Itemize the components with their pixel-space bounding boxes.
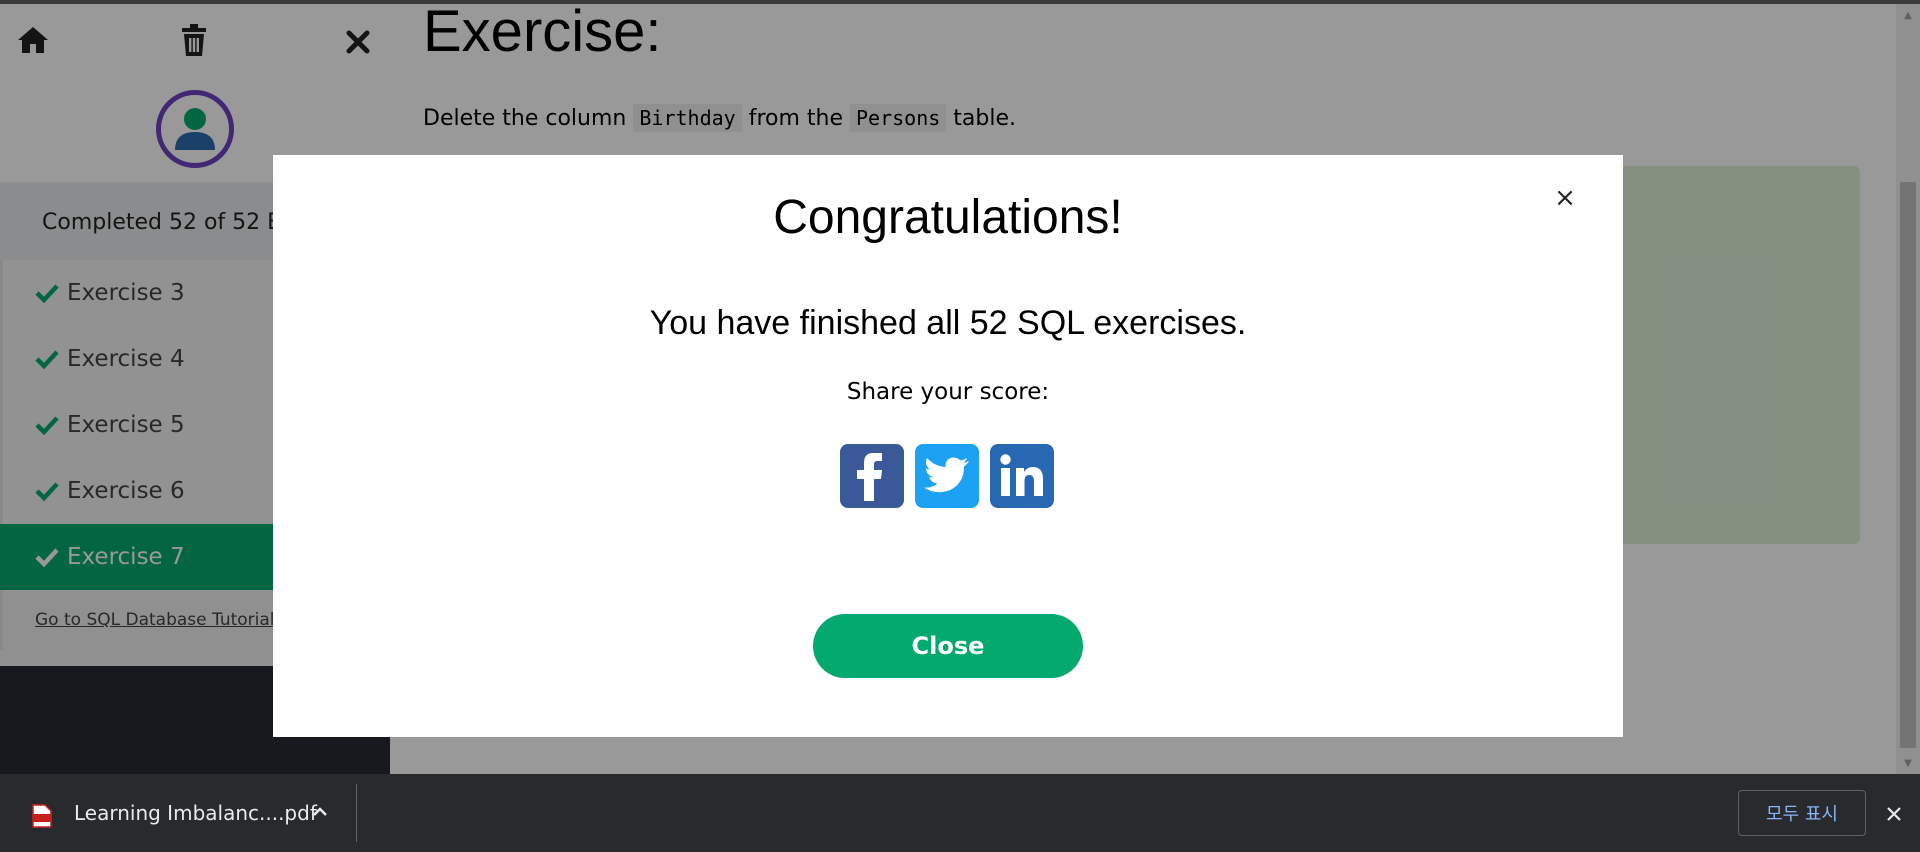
share-label: Share your score: bbox=[846, 379, 1050, 405]
close-button[interactable]: Close bbox=[813, 614, 1083, 678]
chevron-up-icon[interactable] bbox=[306, 798, 334, 826]
modal-title: Congratulations! bbox=[773, 191, 1123, 244]
downloads-bar: Learning Imbalanc....pdf 모두 표시 bbox=[0, 774, 1920, 852]
modal-message: You have finished all 52 SQL exercises. bbox=[649, 304, 1247, 342]
show-all-button[interactable]: 모두 표시 bbox=[1738, 790, 1866, 836]
pdf-file-icon bbox=[32, 804, 52, 828]
linkedin-share-icon[interactable] bbox=[990, 444, 1054, 508]
download-file-name[interactable]: Learning Imbalanc....pdf bbox=[74, 801, 317, 825]
twitter-share-icon[interactable] bbox=[915, 444, 979, 508]
downloads-divider bbox=[356, 784, 357, 842]
downloads-close-icon[interactable] bbox=[1880, 800, 1908, 828]
facebook-share-icon[interactable] bbox=[840, 444, 904, 508]
window-top-border bbox=[0, 0, 1920, 4]
